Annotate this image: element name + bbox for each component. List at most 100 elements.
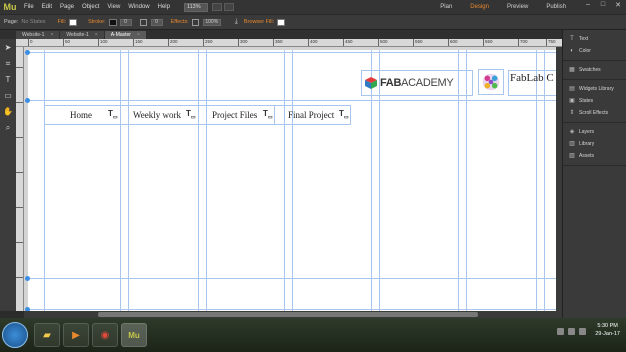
crop-icon[interactable]: ⌗	[3, 59, 13, 69]
guide-line[interactable]	[292, 50, 293, 312]
text-frame-icon[interactable]: T▭	[108, 109, 118, 121]
panel-states[interactable]: ▣ States	[563, 95, 626, 107]
guide-line[interactable]	[120, 50, 121, 312]
text-frame-icon[interactable]: T▭	[186, 109, 196, 121]
stroke-width-input[interactable]: 0	[119, 18, 132, 26]
media-taskbar-icon[interactable]: ▶	[63, 323, 89, 347]
panel-layers[interactable]: ◈ Layers	[563, 126, 626, 138]
rectangle-icon[interactable]: ▭	[3, 91, 13, 101]
guide-line[interactable]	[198, 50, 199, 312]
panel-color[interactable]: ◐ Color	[563, 45, 626, 57]
corner-radius-icon	[139, 18, 147, 26]
page-states-value[interactable]: No States	[21, 19, 45, 25]
mode-switcher: Plan Design Preview Publish	[440, 0, 566, 14]
tab-label: Website-1	[66, 32, 89, 38]
menu-object[interactable]: Object	[78, 4, 103, 10]
tab-a-master[interactable]: A-Master ×	[104, 31, 146, 39]
tab-website-1[interactable]: Website-1 ×	[16, 31, 60, 39]
horizontal-scrollbar[interactable]	[24, 311, 562, 318]
minimize-icon[interactable]: –	[582, 1, 594, 9]
close-tab-icon[interactable]: ×	[50, 32, 53, 38]
corner-radius-input[interactable]: 0	[150, 18, 163, 26]
mode-plan[interactable]: Plan	[440, 4, 452, 10]
panel-assets[interactable]: ▧ Assets	[563, 150, 626, 162]
scroll-effects-panel-icon: ⇕	[569, 110, 575, 116]
guide-handle[interactable]	[25, 276, 30, 281]
panel-group: ▦ Swatches	[563, 61, 626, 80]
menu-view[interactable]: View	[103, 4, 124, 10]
menu-page[interactable]: Page	[56, 4, 78, 10]
fill-label[interactable]: Fill:	[58, 19, 67, 25]
close-tab-icon[interactable]: ×	[137, 32, 140, 38]
footer-guide[interactable]	[28, 309, 556, 310]
tab-website-1-second[interactable]: Website-1 ×	[60, 31, 104, 39]
text-frame-icon[interactable]: T▭	[339, 109, 349, 121]
muse-taskbar-icon[interactable]: Mu	[121, 323, 147, 347]
arrange-button[interactable]	[223, 3, 234, 11]
clock[interactable]: 5:30 PM 29-Jan-17	[595, 322, 620, 338]
zoom-icon[interactable]: ⌕	[3, 123, 13, 133]
start-button[interactable]	[2, 322, 28, 348]
master-page[interactable]: Home T▭ Weekly work T▭ Project Files T▭ …	[25, 50, 556, 312]
guide-line[interactable]	[128, 50, 129, 312]
widgets-panel-icon: ▤	[569, 86, 575, 92]
close-tab-icon[interactable]: ×	[95, 32, 98, 38]
download-icon[interactable]: ⤓	[235, 18, 238, 26]
guide-line[interactable]	[284, 50, 285, 312]
panel-widgets-library[interactable]: ▤ Widgets Library	[563, 83, 626, 95]
browser-fill-swatch[interactable]	[277, 18, 286, 26]
header-guide[interactable]	[28, 52, 556, 53]
mode-design[interactable]: Design	[470, 4, 489, 10]
header-guide[interactable]	[28, 100, 556, 101]
tray-flag-icon[interactable]	[579, 328, 586, 335]
browser-fill-label[interactable]: Browser Fill:	[244, 19, 274, 25]
panel-text[interactable]: T Text	[563, 33, 626, 45]
vertical-ruler[interactable]	[16, 47, 24, 311]
guide-line[interactable]	[206, 50, 207, 312]
close-icon[interactable]: ✕	[612, 1, 624, 9]
menu-file[interactable]: File	[20, 4, 38, 10]
fill-swatch[interactable]	[69, 18, 78, 26]
menu-edit[interactable]: Edit	[38, 4, 56, 10]
text-frame-icon[interactable]: T▭	[263, 109, 273, 121]
guide-handle[interactable]	[25, 98, 30, 103]
fablab-title[interactable]: FabLab C	[510, 72, 554, 84]
nav-item-home[interactable]: Home	[70, 105, 92, 125]
stroke-label[interactable]: Stroke:	[88, 19, 105, 25]
panel-scroll-effects[interactable]: ⇕ Scroll Effects	[563, 107, 626, 119]
chrome-taskbar-icon[interactable]: ◉	[92, 323, 118, 347]
muse-window: Mu File Edit Page Object View Window Hel…	[0, 0, 626, 352]
footer-guide[interactable]	[28, 278, 556, 279]
scroll-thumb[interactable]	[98, 312, 478, 317]
guide-handle[interactable]	[25, 50, 30, 55]
menu-help[interactable]: Help	[154, 4, 174, 10]
nav-item-weekly-work[interactable]: Weekly work	[133, 105, 181, 125]
horizontal-ruler[interactable]: 0 50 100 150 200 250 300 350 400 450 500…	[16, 39, 562, 47]
nav-item-project-files[interactable]: Project Files	[212, 105, 257, 125]
hand-icon[interactable]: ✋	[3, 107, 13, 117]
text-icon[interactable]: T	[3, 75, 13, 85]
panel-swatches[interactable]: ▦ Swatches	[563, 64, 626, 76]
fablab-logo-image[interactable]	[478, 69, 504, 95]
windows-taskbar: ▰ ▶ ◉ Mu 5:30 PM 29-Jan-17	[0, 318, 626, 352]
mode-publish[interactable]: Publish	[546, 4, 566, 10]
tab-label: A-Master	[110, 32, 131, 38]
tray-volume-icon[interactable]	[568, 328, 575, 335]
control-bar: Page: No States Fill: Stroke: 0 0 Effect…	[0, 14, 626, 30]
folder-taskbar-icon[interactable]: ▰	[34, 323, 60, 347]
tray-network-icon[interactable]	[557, 328, 564, 335]
panel-library[interactable]: ▥ Library	[563, 138, 626, 150]
stroke-swatch[interactable]	[108, 18, 117, 26]
zoom-select[interactable]: 113%	[183, 2, 208, 12]
fab-academy-logo[interactable]: FABACADEMY	[361, 70, 473, 96]
view-mode-button[interactable]	[211, 3, 222, 11]
nav-item-final-project[interactable]: Final Project	[288, 105, 334, 125]
menu-window[interactable]: Window	[124, 4, 153, 10]
selection-icon[interactable]: ➤	[3, 43, 13, 53]
maximize-icon[interactable]: □	[597, 1, 609, 9]
ruler-tick: 450	[343, 39, 353, 46]
mode-preview[interactable]: Preview	[507, 4, 528, 10]
guide-line[interactable]	[44, 50, 45, 312]
opacity-input[interactable]: 100%	[202, 18, 221, 26]
effects-label[interactable]: Effects:	[171, 19, 189, 25]
